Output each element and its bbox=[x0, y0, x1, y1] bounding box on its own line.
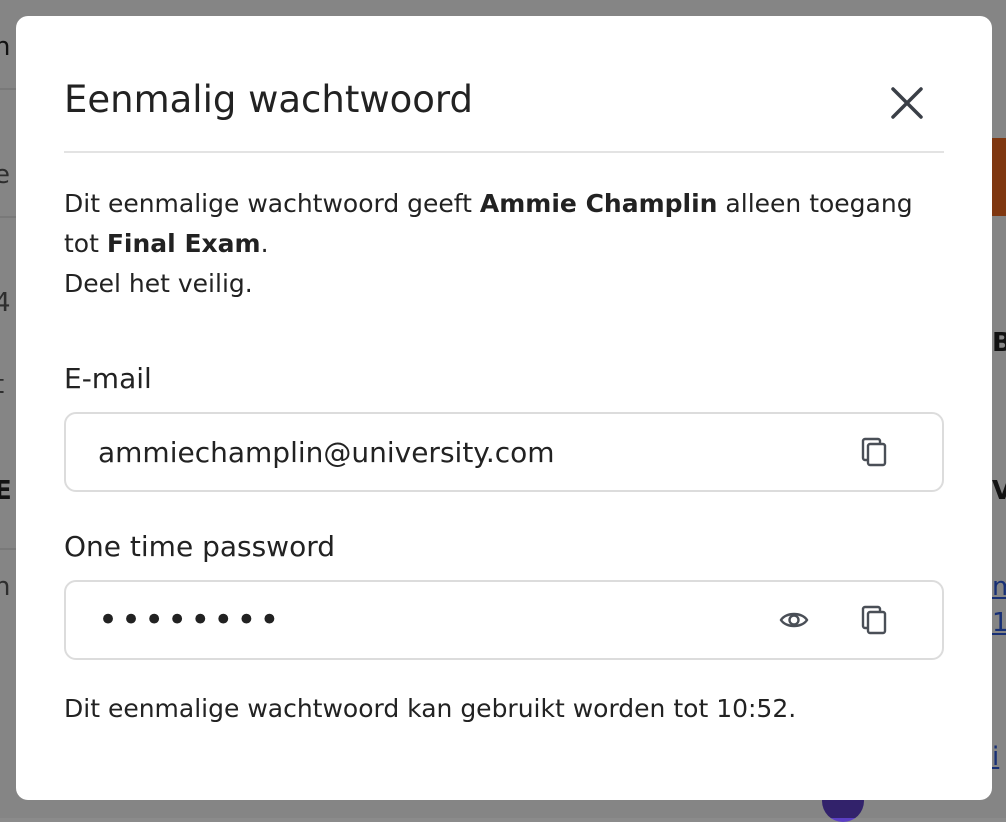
student-name: Ammie Champlin bbox=[479, 189, 718, 218]
dialog-description: Dit eenmalige wachtwoord geeft Ammie Cha… bbox=[64, 184, 924, 304]
dialog-title: Eenmalig wachtwoord bbox=[64, 78, 473, 121]
exam-name: Final Exam bbox=[106, 229, 261, 258]
copy-email-button[interactable] bbox=[858, 436, 890, 468]
password-field[interactable] bbox=[98, 582, 698, 658]
email-field-container bbox=[64, 412, 944, 492]
copy-password-button[interactable] bbox=[858, 604, 890, 636]
password-field-container bbox=[64, 580, 944, 660]
description-text: Dit eenmalige wachtwoord geeft bbox=[64, 189, 480, 218]
show-password-button[interactable] bbox=[778, 604, 810, 636]
expiry-note: Dit eenmalige wachtwoord kan gebruikt wo… bbox=[64, 694, 797, 723]
description-warning: Deel het veilig. bbox=[64, 269, 253, 298]
copy-icon bbox=[861, 605, 887, 635]
email-label: E-mail bbox=[64, 362, 152, 395]
password-label: One time password bbox=[64, 530, 336, 563]
close-icon bbox=[891, 87, 923, 119]
copy-icon bbox=[861, 437, 887, 467]
eye-icon bbox=[779, 612, 809, 628]
email-field[interactable] bbox=[98, 414, 698, 490]
description-text: . bbox=[260, 229, 269, 258]
one-time-password-dialog: Eenmalig wachtwoord Dit eenmalige wachtw… bbox=[16, 16, 992, 800]
close-button[interactable] bbox=[888, 84, 926, 122]
dialog-header: Eenmalig wachtwoord bbox=[64, 16, 944, 153]
